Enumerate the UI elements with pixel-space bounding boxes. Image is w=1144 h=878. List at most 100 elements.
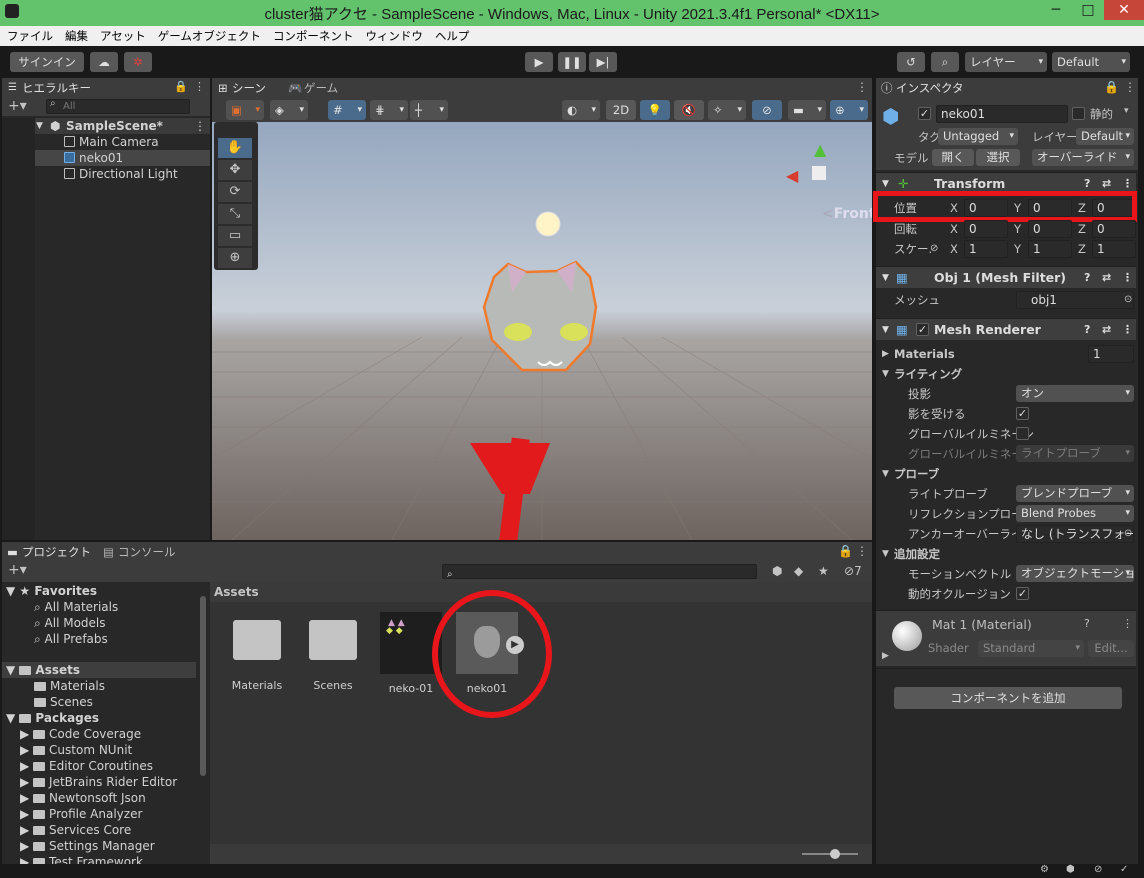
create-icon[interactable]: +▾ [8, 562, 27, 578]
effects-dropdown[interactable]: ✧ [708, 100, 746, 120]
tree-scrollbar[interactable] [200, 596, 206, 776]
camera-dropdown[interactable]: ▬ [788, 100, 826, 120]
label-filter-icon[interactable]: ◆ [794, 564, 803, 578]
collab-icon[interactable]: ✲ [124, 52, 152, 72]
play-button[interactable]: ▶ [525, 52, 553, 72]
open-button[interactable]: 開く [932, 149, 974, 166]
tag-dropdown[interactable]: Untagged [938, 128, 1018, 145]
shader-dropdown[interactable]: Standard [978, 640, 1084, 657]
hierarchy-search-input[interactable]: All [46, 99, 190, 114]
menu-gameobject[interactable]: ゲームオブジェクト [151, 26, 266, 44]
menu-component[interactable]: コンポーネント [266, 26, 359, 44]
lighting-toggle[interactable]: 💡 [640, 100, 670, 120]
pivot-dropdown[interactable]: ◈ [270, 100, 308, 120]
help-icon[interactable]: ? [1084, 267, 1090, 289]
zoom-slider-thumb[interactable] [830, 849, 840, 859]
shading-dropdown[interactable]: ◐ [562, 100, 600, 120]
favorite-item[interactable]: ⌕ All Models [34, 615, 106, 631]
dynamic-occlusion-checkbox[interactable]: ✓ [1016, 587, 1029, 600]
layout-dropdown[interactable]: Default [1052, 52, 1130, 72]
hand-tool-icon[interactable]: ✋ [218, 138, 252, 158]
package-row[interactable]: ▶ Code Coverage [20, 726, 141, 742]
package-row[interactable]: ▶ Newtonsoft Json [20, 790, 146, 806]
component-menu-icon[interactable]: ⋮ [1122, 617, 1133, 630]
maximize-button[interactable]: □ [1072, 0, 1104, 20]
cloud-icon[interactable]: ☁ [90, 52, 118, 72]
package-row[interactable]: ▶ Test Framework [20, 854, 143, 864]
mesh-field[interactable]: obj1 [1016, 291, 1134, 309]
preset-icon[interactable]: ⇄ [1102, 267, 1111, 289]
assets-folder-row[interactable]: ▼ Assets [2, 662, 196, 678]
package-row[interactable]: ▶ Custom NUnit [20, 742, 132, 758]
tab-scene[interactable]: ⊞ シーン [212, 78, 278, 98]
neko01-model[interactable] [482, 260, 598, 372]
menu-assets[interactable]: アセット [93, 26, 151, 44]
package-row[interactable]: ▶ Settings Manager [20, 838, 155, 854]
static-checkbox[interactable] [1072, 107, 1085, 120]
cast-shadows-dropdown[interactable]: オン [1016, 385, 1134, 402]
search-icon[interactable]: ⌕ [931, 52, 959, 72]
favorite-item[interactable]: ⌕ All Materials [34, 599, 118, 615]
2d-toggle[interactable]: 2D [606, 100, 636, 120]
type-filter-icon[interactable]: ⬢ [772, 564, 782, 578]
edit-shader-button[interactable]: Edit... [1088, 640, 1134, 657]
gi-checkbox[interactable] [1016, 427, 1029, 440]
hidden-packages-icon[interactable]: ⊘7 [844, 564, 862, 578]
tab-console[interactable]: ▤ コンソール [98, 542, 188, 562]
transform-tool-icon[interactable]: ⊕ [218, 248, 252, 268]
audio-toggle[interactable]: 🔇 [674, 100, 704, 120]
tab-inspector[interactable]: ⓘインスペクター [876, 78, 974, 115]
package-row[interactable]: ▶ Services Core [20, 822, 131, 838]
object-picker-icon[interactable]: ⊙ [1124, 290, 1132, 310]
rect-tool-icon[interactable]: ▭ [218, 226, 252, 246]
menu-edit[interactable]: 編集 [58, 26, 93, 44]
rotation-y-field[interactable]: 0 [1028, 220, 1072, 238]
scene-gizmo[interactable]: ▲ ◀ <Front [780, 130, 872, 230]
project-search-input[interactable]: ⌕ [442, 564, 757, 580]
move-tool-icon[interactable]: ✥ [218, 160, 252, 180]
asset-folder[interactable]: Scenes [300, 620, 366, 692]
menu-help[interactable]: ヘルプ [428, 26, 475, 44]
pause-button[interactable]: ❚❚ [558, 52, 586, 72]
directional-light-icon[interactable] [535, 211, 561, 237]
motion-vectors-dropdown[interactable]: オブジェクトモーションこ [1016, 565, 1134, 582]
favorite-icon[interactable]: ★ [818, 564, 829, 578]
tab-game[interactable]: 🎮 ゲーム [284, 78, 350, 98]
packages-folder-row[interactable]: ▼ Packages [6, 710, 99, 726]
renderer-enabled-checkbox[interactable]: ✓ [916, 323, 929, 336]
close-button[interactable]: ✕ [1104, 0, 1144, 20]
scale-y-field[interactable]: 1 [1028, 240, 1072, 258]
probes-foldout[interactable]: ▼ プローブ [882, 464, 1136, 484]
object-picker-icon[interactable]: ⊙ [1124, 524, 1132, 544]
history-icon[interactable]: ↺ [897, 52, 925, 72]
grid-snap-dropdown[interactable]: # [328, 100, 366, 120]
rotation-x-field[interactable]: 0 [964, 220, 1008, 238]
tab-hierarchy[interactable]: ☰ ヒエラルキー [2, 78, 102, 98]
select-button[interactable]: 選択 [976, 149, 1020, 166]
static-dropdown-arrow-icon[interactable]: ▾ [1124, 106, 1129, 116]
more-options-icon[interactable]: ⋮ [856, 544, 868, 558]
draw-mode-dropdown[interactable]: ▣ [226, 100, 264, 120]
help-icon[interactable]: ? [1084, 617, 1090, 630]
materials-count-field[interactable]: 1 [1088, 345, 1134, 363]
add-component-button[interactable]: コンポーネントを追加 [894, 687, 1122, 709]
preset-icon[interactable]: ⇄ [1102, 319, 1111, 341]
add-icon[interactable]: +▾ [8, 98, 27, 114]
more-options-icon[interactable]: ⋮ [856, 80, 868, 94]
link-icon[interactable]: ⊘ [930, 239, 938, 259]
package-row[interactable]: ▶ JetBrains Rider Editor [20, 774, 177, 790]
scale-z-field[interactable]: 1 [1092, 240, 1136, 258]
signin-button[interactable]: サインイン [10, 52, 84, 72]
mesh-filter-header[interactable]: ▼ ▦ Obj 1 (Mesh Filter) ? ⇄ ⋮ [876, 266, 1136, 288]
menu-file[interactable]: ファイル [0, 26, 58, 44]
ruler-dropdown[interactable]: ┼ [410, 100, 448, 120]
overrides-dropdown[interactable]: オーバーライド [1032, 149, 1134, 166]
rotate-tool-icon[interactable]: ⟳ [218, 182, 252, 202]
breadcrumb[interactable]: Assets [210, 582, 872, 602]
more-options-icon[interactable]: ⋮ [1124, 80, 1136, 94]
scene-menu-icon[interactable]: ⋮ [194, 118, 206, 134]
visibility-toggle[interactable]: ⊘ [752, 100, 782, 120]
lock-icon[interactable]: 🔒 [838, 544, 853, 558]
tab-project[interactable]: ▬ プロジェクト [2, 542, 94, 562]
package-row[interactable]: ▶ Profile Analyzer [20, 806, 142, 822]
